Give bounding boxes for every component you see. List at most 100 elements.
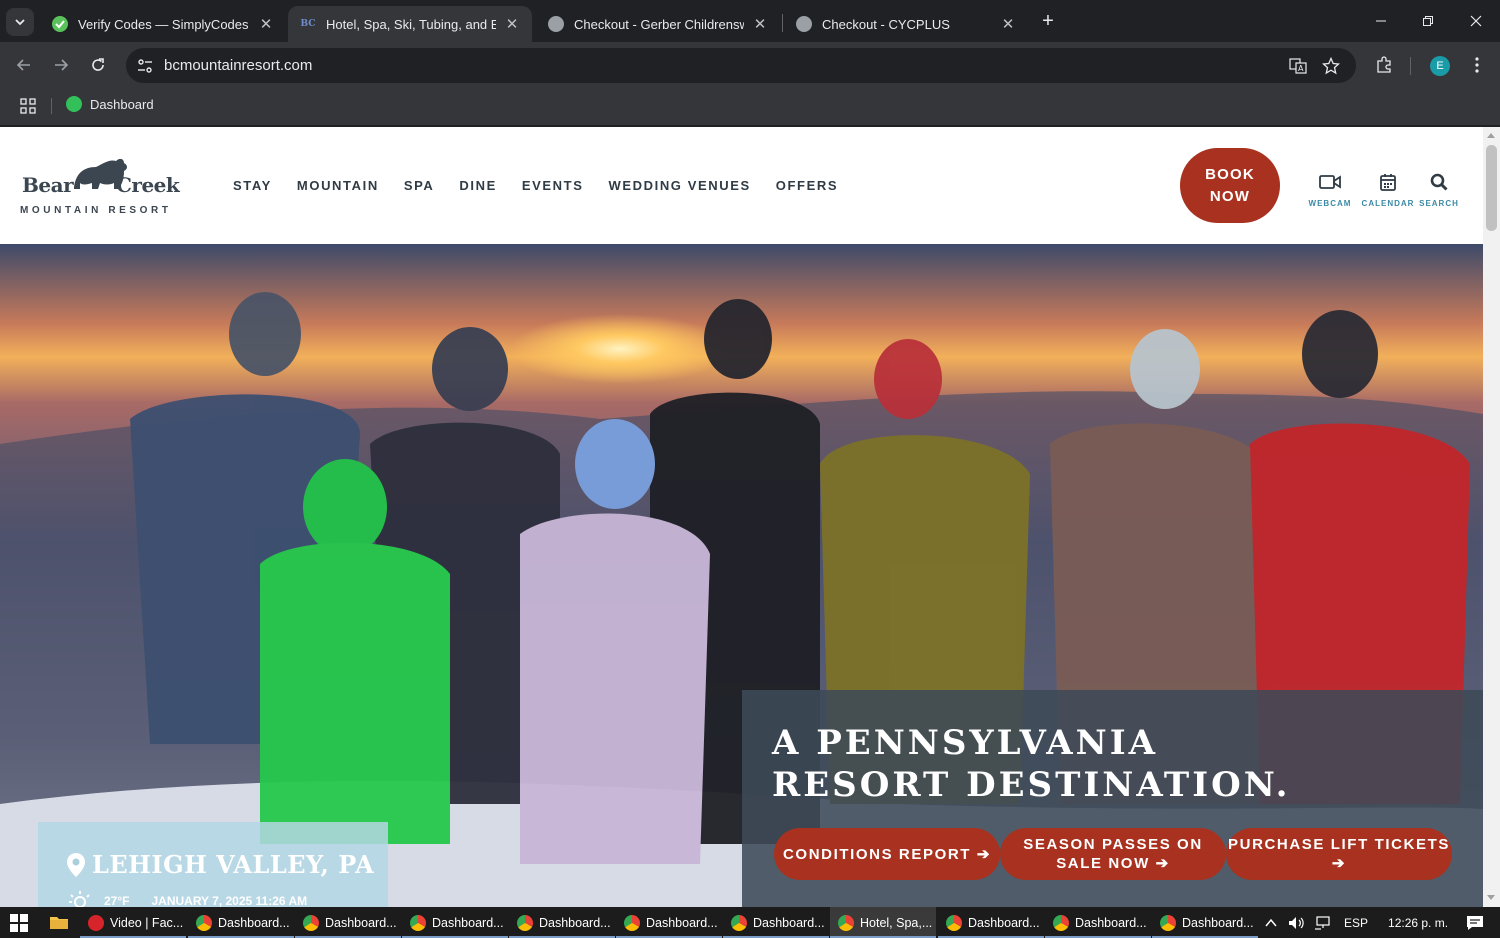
new-tab-button[interactable]: + — [1037, 10, 1059, 32]
taskbar-item[interactable]: Video | Fac... — [80, 907, 186, 938]
nav-events[interactable]: EVENTS — [522, 178, 584, 193]
arrow-left-icon — [16, 59, 30, 71]
forward-button[interactable] — [48, 52, 74, 78]
back-button[interactable] — [11, 52, 37, 78]
bookmark-dashboard[interactable]: Dashboard — [66, 96, 154, 112]
scroll-down-icon[interactable] — [1487, 895, 1495, 900]
bc-icon: BC — [300, 19, 316, 29]
taskbar-item-label: Video | Fac... — [110, 915, 184, 930]
translate-icon[interactable]: A — [1288, 56, 1308, 76]
hero-headline: A PENNSYLVANIA RESORT DESTINATION. — [772, 723, 1291, 805]
main-nav: STAY MOUNTAIN SPA DINE EVENTS WEDDING VE… — [233, 178, 863, 193]
close-window-button[interactable] — [1461, 8, 1491, 34]
minimize-button[interactable] — [1366, 8, 1396, 34]
file-explorer-icon[interactable] — [49, 912, 69, 932]
taskbar-item[interactable]: Dashboard... — [938, 907, 1044, 938]
toolbar-separator — [1410, 57, 1411, 75]
globe-icon — [796, 16, 812, 32]
chrome-icon — [303, 914, 319, 931]
chevron-up-icon[interactable] — [1264, 916, 1278, 930]
scroll-up-icon[interactable] — [1487, 133, 1495, 138]
cta-label: SEASON PASSES ON SALE NOW — [1023, 836, 1203, 872]
nav-mountain[interactable]: MOUNTAIN — [297, 178, 379, 193]
nav-dine[interactable]: DINE — [459, 178, 496, 193]
taskbar-item[interactable]: Dashboard... — [1152, 907, 1258, 938]
profile-avatar[interactable]: E — [1430, 56, 1450, 76]
network-icon[interactable] — [1314, 915, 1332, 930]
taskbar-item[interactable]: Dashboard... — [402, 907, 508, 938]
weather-temperature: 27°F — [104, 894, 130, 907]
taskbar-item-active[interactable]: Hotel, Spa,... — [830, 907, 936, 938]
reload-button[interactable] — [85, 52, 111, 78]
conditions-report-button[interactable]: CONDITIONS REPORT ➔ — [774, 828, 1000, 880]
address-bar[interactable]: bcmountainresort.com A — [126, 48, 1356, 83]
simplycodes-icon — [52, 16, 68, 32]
nav-spa[interactable]: SPA — [404, 178, 435, 193]
tab-bear-creek[interactable]: BC Hotel, Spa, Ski, Tubing, and Eve ✕ — [288, 6, 532, 42]
close-icon[interactable]: ✕ — [258, 15, 274, 33]
extensions-button[interactable] — [1373, 54, 1395, 76]
taskbar-item[interactable]: Dashboard... — [188, 907, 294, 938]
site-info-icon[interactable] — [136, 57, 154, 75]
nav-wedding-venues[interactable]: WEDDING VENUES — [608, 178, 750, 193]
taskbar-item-label: Dashboard... — [753, 915, 825, 930]
arrow-right-icon: ➔ — [1331, 855, 1347, 872]
weather-widget: LEHIGH VALLEY, PA 27°F JANUARY 7, 2025 1… — [38, 822, 388, 907]
search-link[interactable]: SEARCH — [1411, 171, 1467, 208]
tab-cycplus[interactable]: Checkout - CYCPLUS ✕ — [784, 6, 1028, 42]
search-label: SEARCH — [1419, 199, 1459, 208]
globe-icon — [548, 16, 564, 32]
chrome-icon — [946, 914, 962, 931]
tab-strip: Verify Codes — SimplyCodes ✕ BC Hotel, S… — [0, 0, 1500, 42]
taskbar-item-label: Dashboard... — [1182, 915, 1254, 930]
tab-simplycodes[interactable]: Verify Codes — SimplyCodes ✕ — [40, 6, 286, 42]
tab-search-button[interactable] — [6, 8, 34, 36]
book-now-button[interactable]: BOOK NOW — [1180, 148, 1280, 223]
chrome-icon — [1053, 914, 1069, 931]
page-scrollbar[interactable] — [1483, 127, 1500, 907]
hero-promo-panel: A PENNSYLVANIA RESORT DESTINATION. CONDI… — [742, 690, 1483, 907]
taskbar-item-label: Dashboard... — [539, 915, 611, 930]
volume-icon[interactable] — [1288, 916, 1306, 930]
close-icon[interactable]: ✕ — [504, 15, 520, 33]
chrome-icon — [196, 914, 212, 931]
taskbar-item[interactable]: Dashboard... — [723, 907, 829, 938]
windows-start-icon[interactable] — [10, 914, 28, 932]
clock[interactable]: 12:26 p. m. — [1388, 916, 1448, 930]
bookmark-star-icon[interactable] — [1321, 56, 1341, 76]
season-passes-button[interactable]: SEASON PASSES ON SALE NOW ➔ — [1000, 828, 1226, 880]
weather-datetime: JANUARY 7, 2025 11:26 AM — [151, 894, 308, 907]
book-now-line1: BOOK — [1205, 165, 1255, 183]
close-icon — [1470, 15, 1482, 27]
webcam-link[interactable]: WEBCAM — [1302, 171, 1358, 208]
cta-label: PURCHASE LIFT TICKETS — [1228, 836, 1450, 853]
taskbar-item[interactable]: Dashboard... — [295, 907, 401, 938]
arrow-right-icon: ➔ — [976, 845, 991, 863]
url-text[interactable]: bcmountainresort.com — [164, 57, 312, 74]
taskbar-item[interactable]: Dashboard... — [509, 907, 615, 938]
close-icon[interactable]: ✕ — [752, 15, 768, 33]
notifications-icon[interactable] — [1466, 915, 1484, 931]
lift-tickets-button[interactable]: PURCHASE LIFT TICKETS ➔ — [1226, 828, 1452, 880]
chevron-down-icon — [15, 19, 25, 26]
apps-grid-icon[interactable] — [19, 97, 37, 115]
restore-button[interactable] — [1413, 8, 1443, 34]
nav-offers[interactable]: OFFERS — [776, 178, 838, 193]
location-pin-icon — [67, 852, 85, 877]
nav-stay[interactable]: STAY — [233, 178, 272, 193]
menu-button[interactable] — [1466, 54, 1488, 76]
calendar-icon — [1380, 174, 1396, 191]
tab-title: Checkout - Gerber Childrenswe — [574, 16, 744, 32]
scrollbar-thumb[interactable] — [1486, 145, 1497, 231]
bookmark-label: Dashboard — [90, 96, 154, 112]
calendar-link[interactable]: CALENDAR — [1360, 171, 1416, 208]
reload-icon — [92, 58, 104, 71]
taskbar-item[interactable]: Dashboard... — [1045, 907, 1151, 938]
bear-creek-logo[interactable]: Bear Creek MOUNTAIN RESORT — [20, 155, 182, 219]
taskbar-item[interactable]: Dashboard... — [616, 907, 722, 938]
input-language[interactable]: ESP — [1344, 916, 1368, 930]
restore-icon — [1423, 16, 1433, 26]
close-icon[interactable]: ✕ — [1000, 15, 1016, 33]
logo-subtitle: MOUNTAIN RESORT — [20, 205, 172, 216]
tab-gerber[interactable]: Checkout - Gerber Childrenswe ✕ — [536, 6, 780, 42]
